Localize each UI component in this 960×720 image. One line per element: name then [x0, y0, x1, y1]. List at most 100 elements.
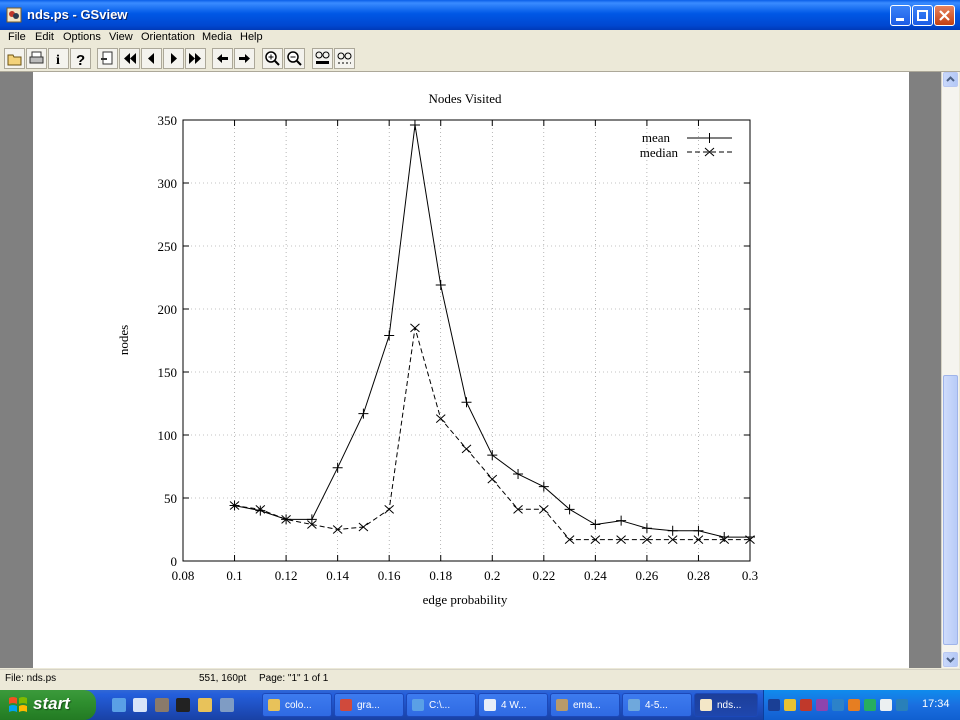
close-button[interactable] [934, 5, 955, 26]
next-page-icon [171, 53, 177, 64]
tray-app2-icon[interactable] [864, 699, 876, 711]
task-item-4w[interactable]: 4 W... [478, 693, 548, 717]
zoom-in-icon [265, 51, 280, 66]
window-title: nds.ps - GSview [27, 7, 128, 22]
point-mean [693, 525, 704, 536]
x-tick-label: 0.16 [378, 568, 401, 583]
scroll-thumb[interactable] [943, 375, 958, 645]
x-tick-label: 0.26 [636, 568, 659, 583]
point-mean [409, 120, 420, 131]
last-page-button[interactable] [185, 48, 206, 69]
monitor-icon[interactable] [832, 699, 844, 711]
minimize-button[interactable] [890, 5, 911, 26]
first-page-icon [124, 53, 136, 64]
document-icon [340, 699, 352, 711]
y-tick-label: 200 [158, 302, 178, 317]
x-tick-label: 0.18 [429, 568, 452, 583]
security-shield-icon[interactable] [784, 699, 796, 711]
x-tick-label: 0.3 [742, 568, 758, 583]
network-icon[interactable] [816, 699, 828, 711]
status-page: Page: "1" 1 of 1 [259, 673, 329, 684]
menu-orientation[interactable]: Orientation [141, 31, 195, 43]
grid [183, 120, 750, 561]
app-quicklaunch-icon[interactable] [220, 698, 234, 712]
point-mean [332, 462, 343, 473]
task-item-ema[interactable]: ema... [550, 693, 620, 717]
system-tray: 17:34 [763, 690, 960, 720]
legend-label-median: median [640, 145, 679, 160]
legend-marker-mean [704, 133, 715, 143]
desktop-quicklaunch-icon[interactable] [133, 698, 147, 712]
folder-quicklaunch-icon[interactable] [198, 698, 212, 712]
view-icon [337, 52, 352, 64]
menu-options[interactable]: Options [63, 31, 101, 43]
menu-edit[interactable]: Edit [35, 31, 54, 43]
tray-app-icon[interactable] [848, 699, 860, 711]
view-button[interactable] [334, 48, 355, 69]
task-item-nds[interactable]: nds... [694, 693, 758, 717]
y-tick-label: 100 [158, 428, 178, 443]
zoom-out-icon [287, 51, 302, 66]
goto-page-button[interactable] [97, 48, 118, 69]
cmd-quicklaunch-icon[interactable] [176, 698, 190, 712]
menu-media[interactable]: Media [202, 31, 232, 43]
point-mean [487, 450, 498, 461]
x-axis-label: edge probability [423, 592, 508, 607]
vertical-scrollbar[interactable] [941, 72, 959, 668]
status-file: File: nds.ps [5, 673, 57, 684]
prev-page-button[interactable] [141, 48, 162, 69]
document-icon [628, 699, 640, 711]
ie-icon [412, 699, 424, 711]
start-button[interactable]: start [0, 690, 96, 720]
title-bar[interactable]: nds.ps - GSview [0, 0, 960, 30]
point-mean [590, 519, 601, 530]
open-button[interactable] [4, 48, 25, 69]
gsview-app-icon [6, 7, 22, 23]
task-item-gra[interactable]: gra... [334, 693, 404, 717]
task-item-c-drive[interactable]: C:\... [406, 693, 476, 717]
point-median [410, 323, 420, 333]
back-button[interactable] [212, 48, 233, 69]
menu-file[interactable]: File [8, 31, 26, 43]
menu-help[interactable]: Help [240, 31, 263, 43]
menu-view[interactable]: View [109, 31, 133, 43]
document-page: 0.08 0.1 0.12 0.14 0.16 0.18 0.2 0.22 0.24 0.26 0.… [33, 72, 909, 668]
scroll-up-arrow-icon [946, 76, 955, 82]
back-icon [217, 54, 228, 63]
point-mean [435, 280, 446, 291]
point-mean [461, 397, 472, 408]
windows-logo-icon [9, 697, 27, 712]
y-tick-label: 150 [158, 365, 178, 380]
print-button[interactable] [26, 48, 47, 69]
forward-button[interactable] [234, 48, 255, 69]
first-page-button[interactable] [119, 48, 140, 69]
x-tick-label: 0.1 [226, 568, 242, 583]
toolbar: i ? [0, 46, 960, 72]
series-line-median [234, 327, 750, 541]
zoom-in-button[interactable] [262, 48, 283, 69]
task-item-4-5[interactable]: 4-5... [622, 693, 692, 717]
task-item-colo[interactable]: colo... [262, 693, 332, 717]
last-page-icon [189, 53, 201, 64]
tray-app4-icon[interactable] [896, 699, 908, 711]
y-tick-label: 350 [158, 113, 178, 128]
text-view-icon [315, 51, 330, 64]
info-button[interactable]: i [48, 48, 69, 69]
text-view-button[interactable] [312, 48, 333, 69]
menu-bar: File Edit Options View Orientation Media… [0, 30, 960, 45]
tray-app3-icon[interactable] [880, 699, 892, 711]
scroll-up-button[interactable] [943, 72, 958, 87]
antivirus-icon[interactable] [800, 699, 812, 711]
svg-text:i: i [56, 53, 60, 67]
next-page-button[interactable] [163, 48, 184, 69]
tray-expand-icon[interactable] [768, 699, 780, 711]
point-mean [616, 515, 627, 526]
tool-quicklaunch-icon[interactable] [155, 698, 169, 712]
y-tick-label: 0 [171, 554, 178, 569]
document-viewer[interactable]: 0.08 0.1 0.12 0.14 0.16 0.18 0.2 0.22 0.24 0.26 0.… [0, 72, 941, 668]
help-button[interactable]: ? [70, 48, 91, 69]
scroll-down-button[interactable] [943, 652, 958, 667]
ie-quicklaunch-icon[interactable] [112, 698, 126, 712]
zoom-out-button[interactable] [284, 48, 305, 69]
maximize-button[interactable] [912, 5, 933, 26]
